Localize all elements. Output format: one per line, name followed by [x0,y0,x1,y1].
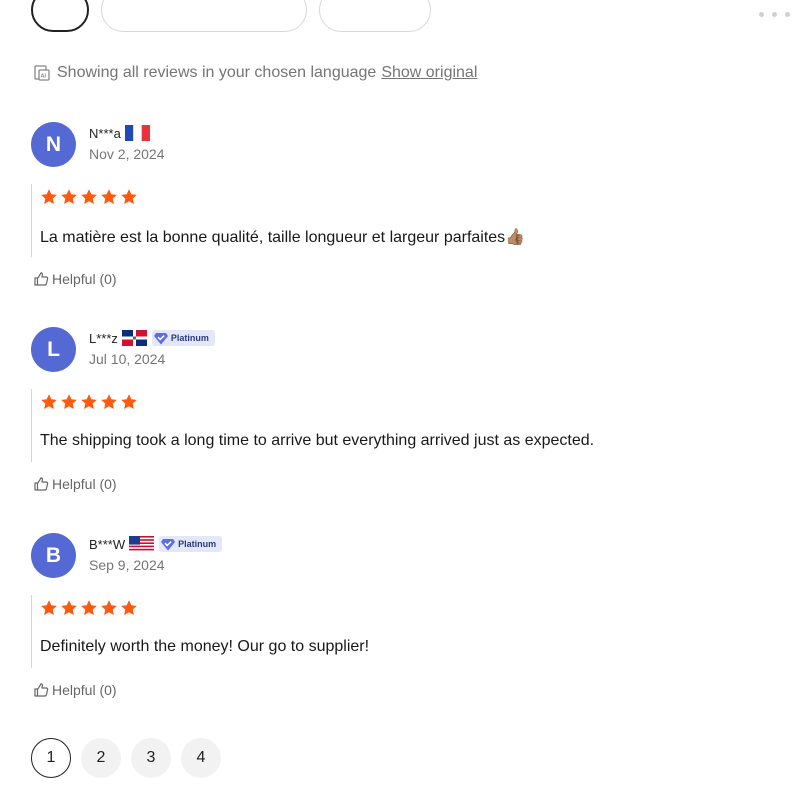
star-icon [101,394,117,409]
translate-icon: AI [34,65,50,81]
svg-text:AI: AI [41,74,47,80]
sort-control[interactable] [759,12,790,17]
star-icon [101,600,117,615]
star-icon [81,189,97,204]
star-icon [121,600,137,615]
reviewer-meta: L***z Platinum Jul 10, 2024 [89,329,215,367]
reviewer-name-row: B***W Platinum [89,535,223,553]
helpful-label: Helpful (0) [52,271,117,287]
helpful-button[interactable]: Helpful (0) [33,682,117,698]
page-button-3[interactable]: 3 [131,738,171,778]
reviewer-name-row: N***a [89,124,165,142]
review-body: Definitely worth the money! Our go to su… [31,595,751,668]
reviewer-name-row: L***z Platinum [89,329,215,347]
helpful-label: Helpful (0) [52,476,117,492]
review-date: Sep 9, 2024 [89,557,165,573]
avatar: B [31,533,76,578]
star-icon [61,189,77,204]
reviewer-name: B***W [89,536,126,552]
star-rating [40,597,751,619]
country-flag-icon [121,330,147,346]
avatar: L [31,327,76,372]
review-text: La matière est la bonne qualité, taille … [40,229,526,246]
star-icon [41,600,57,615]
star-rating [40,186,751,208]
star-icon [41,189,57,204]
page-button-2[interactable]: 2 [81,738,121,778]
language-notice-text: Showing all reviews in your chosen langu… [57,64,377,81]
star-icon [61,394,77,409]
star-icon [121,189,137,204]
platinum-badge: Platinum [159,536,223,552]
star-rating [40,391,751,413]
helpful-label: Helpful (0) [52,682,117,698]
badge-label: Platinum [178,539,217,549]
star-icon [41,394,57,409]
show-original-link[interactable]: Show original [381,64,477,82]
filter-chip-photos[interactable] [101,0,307,32]
pagination: 1234 [31,738,221,778]
filter-chip-all[interactable] [31,0,89,32]
avatar: N [31,122,76,167]
platinum-badge: Platinum [151,330,215,346]
thumbs-up-icon [34,272,49,286]
reviewer-name: L***z [89,330,118,346]
star-icon [81,600,97,615]
helpful-button[interactable]: Helpful (0) [33,271,117,287]
filter-chip-rating[interactable] [319,0,431,32]
reviewer-name: N***a [89,125,121,141]
country-flag-icon [129,536,155,552]
review-date: Nov 2, 2024 [89,146,165,162]
helpful-button[interactable]: Helpful (0) [33,476,117,492]
page-button-4[interactable]: 4 [181,738,221,778]
review-body: The shipping took a long time to arrive … [31,389,751,462]
thumbs-up-icon [34,477,49,491]
reviewer-meta: B***W Platinum Sep 9, 2024 [89,535,223,573]
page-button-1[interactable]: 1 [31,738,71,778]
review-date: Jul 10, 2024 [89,351,166,367]
review-text: Definitely worth the money! Our go to su… [40,638,370,655]
star-icon [101,189,117,204]
review-text: The shipping took a long time to arrive … [40,432,595,449]
language-notice: AI Showing all reviews in your chosen la… [33,64,477,82]
review-body: La matière est la bonne qualité, taille … [31,184,751,257]
badge-label: Platinum [170,333,209,343]
thumbs-up-icon [34,683,49,697]
star-icon [121,394,137,409]
country-flag-icon [124,125,150,141]
reviewer-meta: N***a Nov 2, 2024 [89,124,165,162]
star-icon [81,394,97,409]
star-icon [61,600,77,615]
